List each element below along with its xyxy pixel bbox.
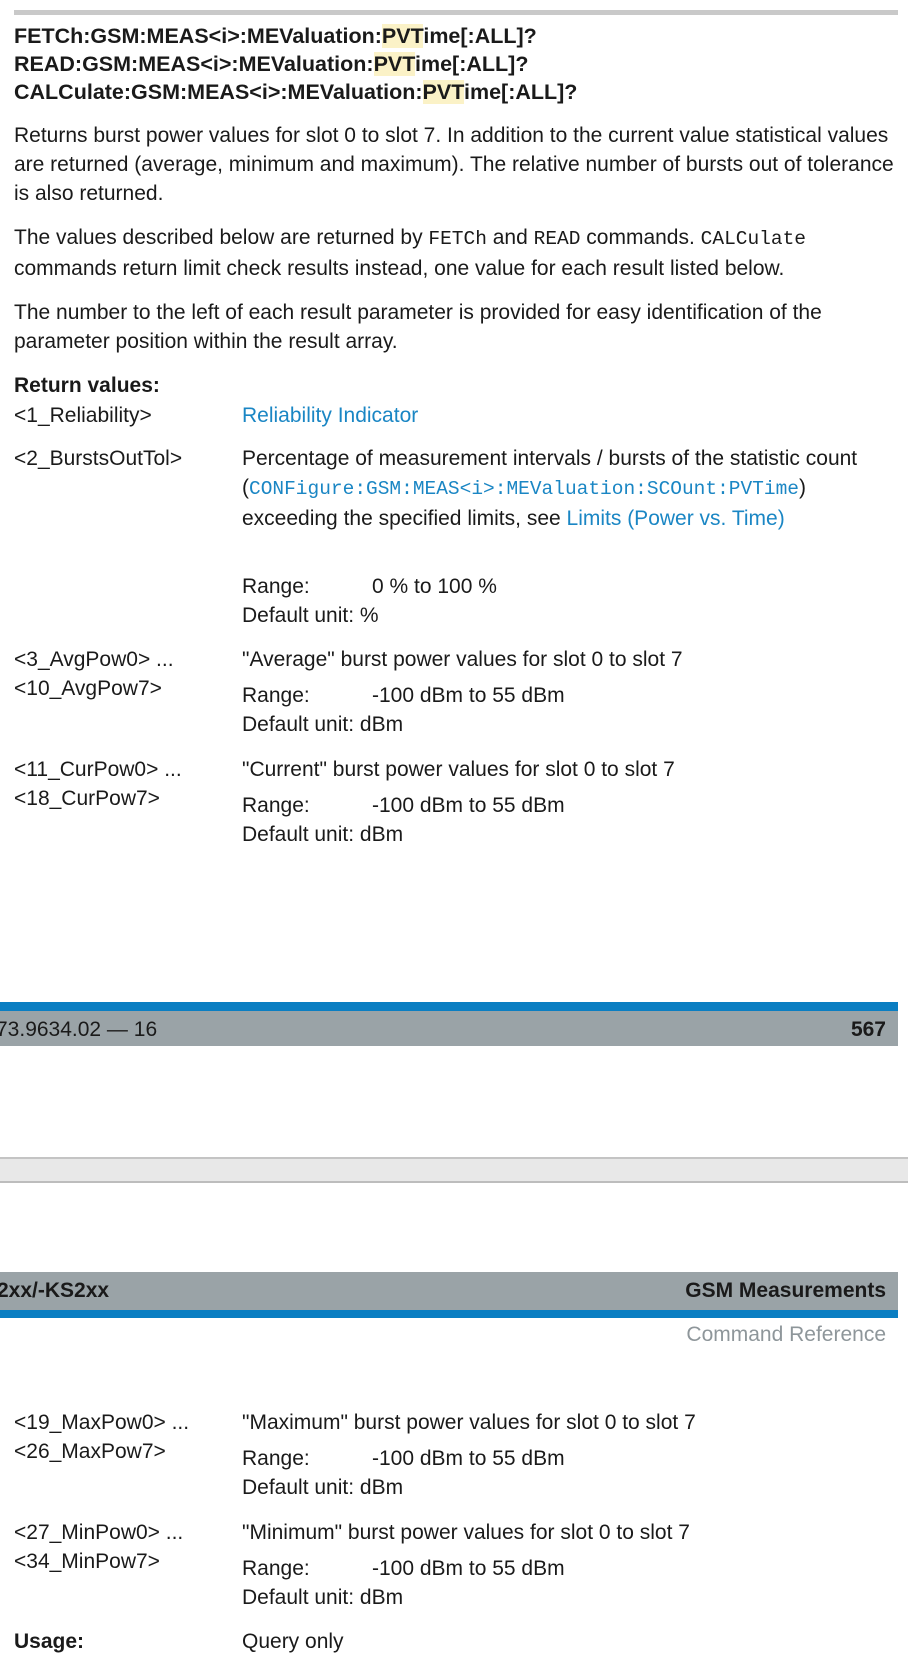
param-desc-max-pow: "Maximum" burst power values for slot 0 … <box>242 1411 696 1434</box>
param-name-reliability: <1_Reliability> <box>14 404 152 427</box>
values-paragraph: The values described below are returned … <box>14 226 806 280</box>
usage-label: Usage: <box>14 1630 85 1653</box>
param-desc-min-pow: "Minimum" burst power values for slot 0 … <box>242 1521 690 1544</box>
footer-page-number: 567 <box>850 1018 886 1041</box>
scount-pvtime-link[interactable]: CONFigure:GSM:MEAS<i>:MEValuation:SCOunt… <box>249 478 799 500</box>
page-break-separator <box>0 1157 908 1183</box>
unit-avg-pow: Default unit: dBm <box>242 713 404 736</box>
command-calculate: CALCulate:GSM:MEAS<i>:MEValuation:PVTime… <box>14 80 578 104</box>
reliability-indicator-link[interactable]: Reliability Indicator <box>242 401 882 430</box>
position-paragraph: The number to the left of each result pa… <box>14 301 822 353</box>
header-section: Command Reference <box>686 1323 886 1346</box>
range-bursts-out-tol: Range: 0 % to 100 % <box>242 575 497 598</box>
usage-value: Query only <box>242 1630 344 1653</box>
return-values-heading: Return values: <box>14 374 160 397</box>
param-desc-cur-pow: "Current" burst power values for slot 0 … <box>242 758 675 781</box>
unit-cur-pow: Default unit: dBm <box>242 823 404 846</box>
header-chapter: GSM Measurements <box>685 1279 886 1302</box>
param-name-avg-pow: <3_AvgPow0> ... <10_AvgPow7> <box>14 648 174 700</box>
footer-doc-id: 73.9634.02 — 16 <box>0 1018 158 1041</box>
footer-blue-bar <box>0 1002 898 1011</box>
top-rule <box>14 10 898 15</box>
unit-min-pow: Default unit: dBm <box>242 1586 404 1609</box>
range-cur-pow: Range: -100 dBm to 55 dBm <box>242 794 565 817</box>
header-product: 2xx/-KS2xx <box>0 1279 110 1302</box>
param-name-bursts-out-tol: <2_BurstsOutTol> <box>14 447 183 470</box>
param-name-cur-pow: <11_CurPow0> ... <18_CurPow7> <box>14 758 182 810</box>
header-blue-bar <box>0 1310 898 1318</box>
param-desc-avg-pow: "Average" burst power values for slot 0 … <box>242 648 683 671</box>
param-name-max-pow: <19_MaxPow0> ... <26_MaxPow7> <box>14 1411 190 1463</box>
range-max-pow: Range: -100 dBm to 55 dBm <box>242 1447 565 1470</box>
range-min-pow: Range: -100 dBm to 55 dBm <box>242 1557 565 1580</box>
unit-max-pow: Default unit: dBm <box>242 1476 404 1499</box>
limits-pvt-link[interactable]: Limits (Power vs. Time) <box>567 507 785 530</box>
unit-bursts-out-tol: Default unit: % <box>242 604 379 627</box>
command-fetch: FETCh:GSM:MEAS<i>:MEValuation:PVTime[:AL… <box>14 24 537 48</box>
intro-paragraph: Returns burst power values for slot 0 to… <box>14 124 894 205</box>
param-desc-bursts-out-tol: Percentage of measurement intervals / bu… <box>242 447 858 530</box>
command-read: READ:GSM:MEAS<i>:MEValuation:PVTime[:ALL… <box>14 52 529 76</box>
range-avg-pow: Range: -100 dBm to 55 dBm <box>242 684 565 707</box>
param-name-min-pow: <27_MinPow0> ... <34_MinPow7> <box>14 1521 184 1573</box>
